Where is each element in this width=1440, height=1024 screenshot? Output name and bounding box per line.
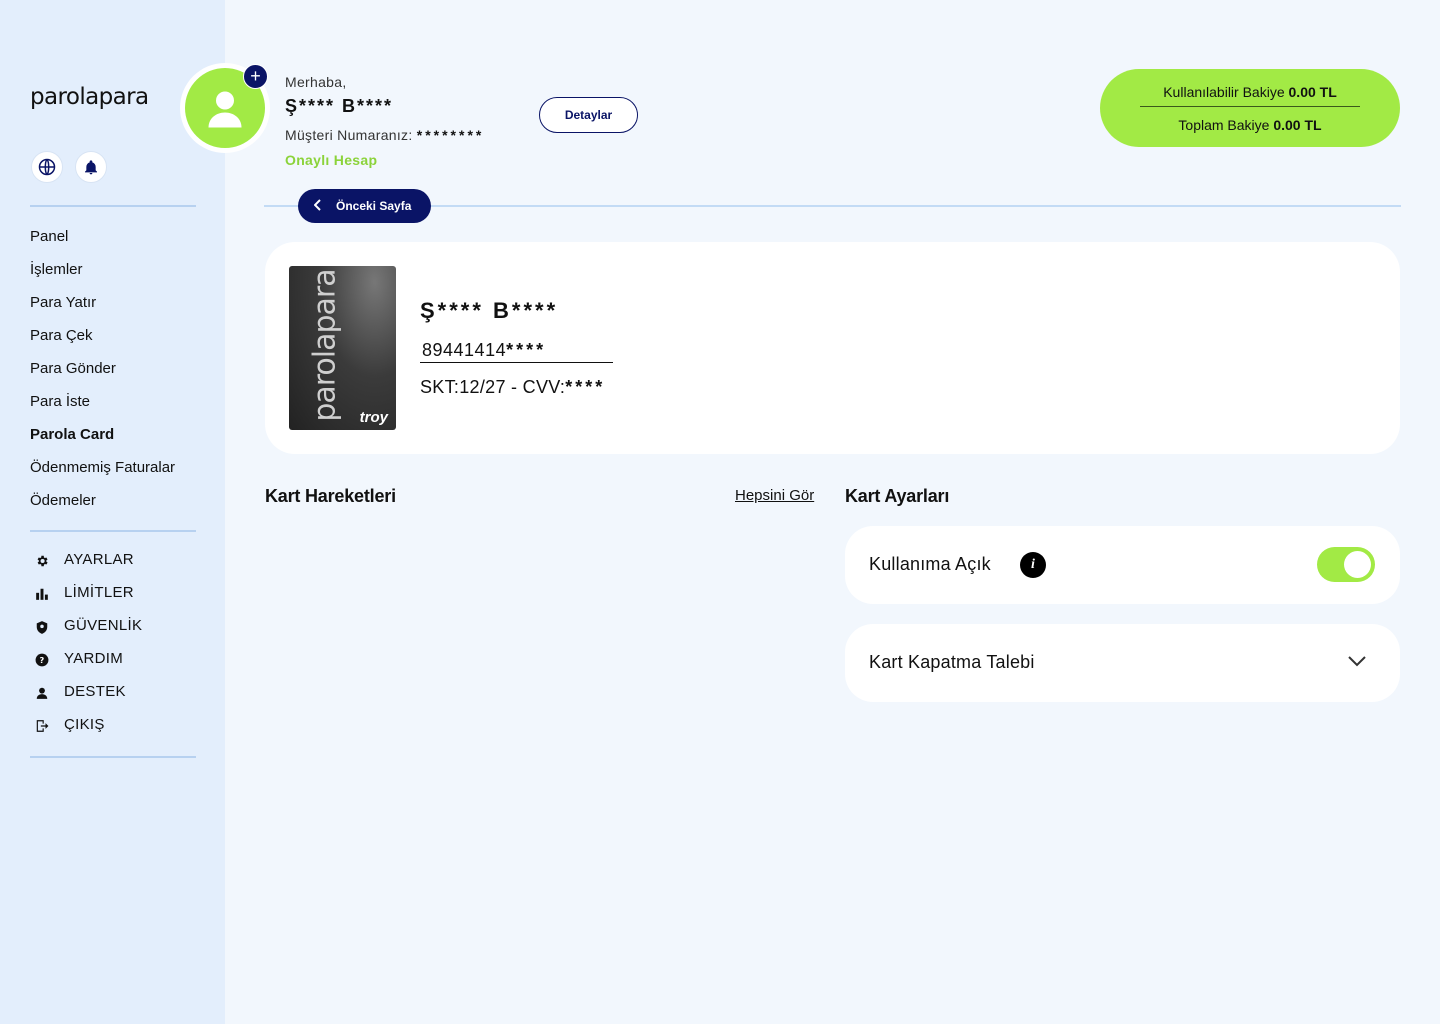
available-balance-value: 0.00 TL: [1288, 84, 1337, 100]
svg-text:?: ?: [40, 655, 45, 665]
usage-toggle[interactable]: [1317, 547, 1375, 582]
add-photo-button[interactable]: +: [243, 64, 268, 89]
card-number: 89441414****: [420, 340, 613, 363]
sidebar-item-guvenlik[interactable]: GÜVENLİK: [34, 617, 142, 650]
sidebar-item-islemler[interactable]: İşlemler: [30, 259, 175, 292]
sidebar-divider: [30, 205, 196, 207]
greeting: Merhaba,: [285, 74, 347, 90]
sidebar-item-para-cek[interactable]: Para Çek: [30, 325, 175, 358]
sidebar-item-para-gonder[interactable]: Para Gönder: [30, 358, 175, 391]
see-all-link[interactable]: Hepsini Gör: [735, 487, 814, 504]
sidebar-item-label: ÇIKIŞ: [64, 716, 105, 733]
globe-icon: [38, 158, 56, 176]
customer-number-label: Müşteri Numaranız:: [285, 127, 413, 143]
back-button-label: Önceki Sayfa: [336, 199, 412, 213]
available-balance: Kullanılabilir Bakiye 0.00 TL: [1140, 83, 1360, 107]
sidebar-item-yardim[interactable]: ? YARDIM: [34, 650, 142, 683]
brand-logo[interactable]: parolapara: [30, 84, 149, 110]
transactions-title: Kart Hareketleri: [265, 486, 396, 506]
close-card-label: Kart Kapatma Talebi: [869, 652, 1035, 672]
gear-icon: [34, 553, 50, 569]
sidebar: parolapara Panel İşlemler Para Yatır Par…: [0, 0, 225, 1024]
header-divider: [264, 205, 1401, 207]
card-network: troy: [359, 409, 388, 426]
card-panel: parolapara troy Ş**** B**** 89441414****…: [265, 242, 1400, 454]
card-settings-title: Kart Ayarları: [845, 486, 950, 506]
sidebar-item-odenmemis-faturalar[interactable]: Ödenmemiş Faturalar: [30, 457, 175, 490]
info-icon[interactable]: i: [1020, 552, 1046, 578]
balance-panel: Kullanılabilir Bakiye 0.00 TL Toplam Bak…: [1100, 69, 1400, 147]
logout-icon: [34, 718, 50, 734]
sidebar-item-panel[interactable]: Panel: [30, 226, 175, 259]
user-name: Ş**** B****: [285, 96, 394, 116]
sidebar-divider: [30, 756, 196, 758]
user-icon: [208, 91, 242, 128]
close-card-request[interactable]: Kart Kapatma Talebi: [845, 624, 1400, 702]
sidebar-item-cikis[interactable]: ÇIKIŞ: [34, 716, 142, 749]
shield-icon: [34, 619, 50, 635]
sidebar-item-ayarlar[interactable]: AYARLAR: [34, 551, 142, 584]
bell-icon: [85, 160, 97, 175]
chevron-down-icon: [1348, 654, 1366, 672]
notifications-button[interactable]: [75, 151, 107, 183]
sidebar-item-destek[interactable]: DESTEK: [34, 683, 142, 716]
card-expiry: SKT:12/27 - CVV:****: [420, 377, 606, 397]
sidebar-divider: [30, 530, 196, 532]
customer-number: Müşteri Numaranız: ********: [285, 127, 484, 143]
help-icon: ?: [34, 652, 50, 668]
language-button[interactable]: [31, 151, 63, 183]
customer-number-value: ********: [416, 127, 485, 143]
sidebar-item-limitler[interactable]: LİMİTLER: [34, 584, 142, 617]
plus-icon: +: [250, 66, 261, 86]
card-holder: Ş**** B****: [420, 298, 559, 323]
total-balance-value: 0.00 TL: [1273, 117, 1322, 133]
back-button[interactable]: Önceki Sayfa: [298, 189, 431, 223]
sidebar-item-label: AYARLAR: [64, 551, 134, 568]
support-icon: [34, 685, 50, 701]
sidebar-item-label: LİMİTLER: [64, 584, 134, 601]
sidebar-nav: Panel İşlemler Para Yatır Para Çek Para …: [30, 226, 175, 523]
usage-label: Kullanıma Açık: [869, 554, 991, 574]
total-balance: Toplam Bakiye 0.00 TL: [1178, 117, 1322, 133]
chevron-left-icon: [313, 198, 322, 214]
sidebar-item-odemeler[interactable]: Ödemeler: [30, 490, 175, 523]
account-status: Onaylı Hesap: [285, 152, 378, 168]
usage-setting: Kullanıma Açık i: [845, 526, 1400, 604]
sidebar-item-label: YARDIM: [64, 650, 124, 667]
sidebar-item-label: DESTEK: [64, 683, 126, 700]
card-image[interactable]: parolapara troy: [289, 266, 396, 430]
bar-chart-icon: [34, 586, 50, 602]
settings-nav: AYARLAR LİMİTLER GÜVENLİK ? YARDIM DESTE…: [34, 551, 142, 749]
sidebar-item-label: GÜVENLİK: [64, 617, 143, 634]
sidebar-item-para-yatir[interactable]: Para Yatır: [30, 292, 175, 325]
sidebar-item-para-iste[interactable]: Para İste: [30, 391, 175, 424]
sidebar-item-parola-card[interactable]: Parola Card: [30, 424, 175, 457]
details-button[interactable]: Detaylar: [539, 97, 638, 133]
card-brand: parolapara: [307, 269, 343, 422]
